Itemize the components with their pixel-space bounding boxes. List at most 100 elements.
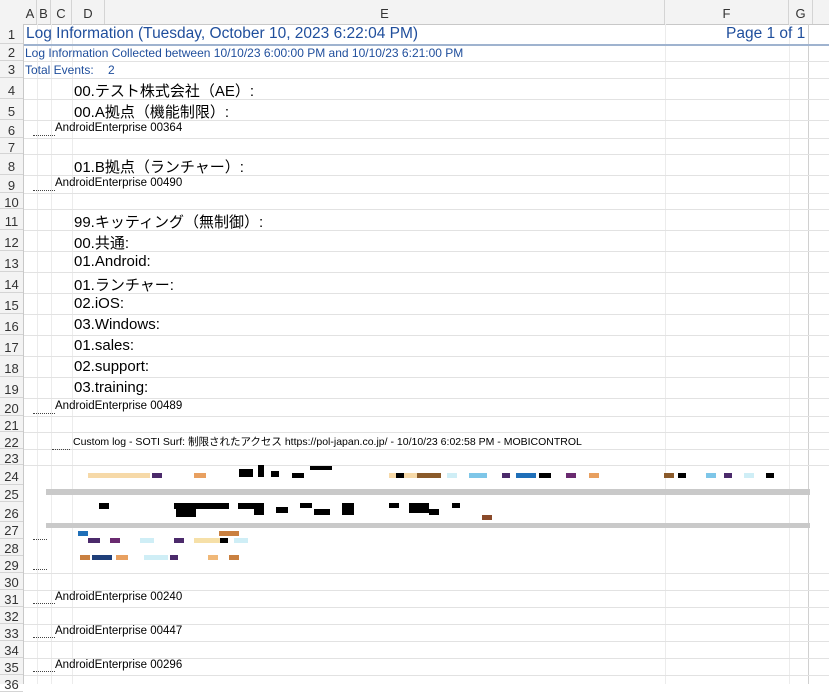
group-path: 01.ランチャー:	[74, 277, 174, 294]
gridline	[24, 377, 829, 378]
row-header-bar: 1 2 3 4 5 6 7 8 9 10 11 12 13 14 15 16 1…	[0, 24, 24, 692]
row-header[interactable]: 32	[0, 607, 23, 624]
row-header[interactable]: 24	[0, 465, 23, 485]
group-path: 01.Android:	[74, 253, 151, 270]
redaction-bar	[46, 523, 810, 528]
group-path: 02.support:	[74, 358, 150, 375]
row-header[interactable]: 9	[0, 175, 23, 193]
report-title: Log Information (Tuesday, October 10, 20…	[26, 25, 419, 42]
gridline	[24, 193, 829, 194]
device-connector	[33, 603, 55, 604]
page-indicator: Page 1 of 1	[726, 25, 806, 42]
row-header[interactable]: 20	[0, 398, 23, 416]
gridline	[37, 24, 38, 684]
row-header[interactable]: 19	[0, 377, 23, 398]
row-header[interactable]: 33	[0, 624, 23, 641]
group-path: 00.テスト株式会社（AE）:	[74, 83, 255, 100]
group-path: 01.B拠点（ランチャー）:	[74, 159, 244, 176]
device-connector	[33, 671, 55, 672]
column-header-c[interactable]: C	[51, 0, 72, 24]
row-header[interactable]: 18	[0, 356, 23, 377]
gridline	[24, 138, 829, 139]
group-path: 00.A拠点（機能制限）:	[74, 104, 230, 121]
column-header-e[interactable]: E	[105, 0, 665, 24]
gridline	[665, 24, 666, 684]
row-header[interactable]: 22	[0, 432, 23, 450]
column-header-d[interactable]: D	[72, 0, 105, 24]
row-header[interactable]: 8	[0, 154, 23, 175]
total-events-value: 2	[108, 63, 115, 77]
gridline	[24, 432, 829, 433]
row-header[interactable]: 10	[0, 193, 23, 210]
row-header[interactable]: 30	[0, 573, 23, 590]
row-header[interactable]: 3	[0, 61, 23, 78]
row-header[interactable]: 31	[0, 590, 23, 607]
redaction-bar	[46, 489, 810, 495]
gridline	[24, 641, 829, 642]
row-header[interactable]: 34	[0, 641, 23, 658]
device-connector	[33, 190, 55, 191]
device-name: AndroidEnterprise 00364	[55, 122, 183, 134]
row-header[interactable]: 6	[0, 120, 23, 138]
row-header[interactable]: 17	[0, 335, 23, 356]
sheet-grid[interactable]: Log Information (Tuesday, October 10, 20…	[24, 24, 829, 684]
column-header-a[interactable]: A	[24, 0, 37, 24]
gridline	[24, 607, 829, 608]
gridline	[24, 398, 829, 399]
gridline	[24, 335, 829, 336]
row-header[interactable]: 1	[0, 24, 23, 44]
group-path: 03.training:	[74, 379, 149, 396]
row-header[interactable]: 12	[0, 230, 23, 251]
row-header[interactable]: 15	[0, 293, 23, 314]
redacted-block	[44, 461, 810, 573]
row-header[interactable]: 4	[0, 78, 23, 99]
group-path: 00.共通:	[74, 235, 130, 252]
gridline	[24, 449, 829, 450]
gridline	[24, 154, 829, 155]
row-header[interactable]: 21	[0, 416, 23, 433]
row-header[interactable]: 29	[0, 556, 23, 573]
column-header-bar: A B C D E F G	[0, 0, 829, 25]
device-connector	[33, 569, 47, 570]
group-path: 02.iOS:	[74, 295, 125, 312]
device-connector	[33, 539, 47, 540]
gridline	[24, 78, 829, 79]
device-name: AndroidEnterprise 00240	[55, 591, 183, 603]
row-header[interactable]: 13	[0, 251, 23, 272]
row-header[interactable]: 5	[0, 99, 23, 120]
total-events-label: Total Events:	[25, 63, 94, 77]
row-header[interactable]: 11	[0, 209, 23, 230]
row-header[interactable]: 23	[0, 449, 23, 466]
device-connector	[33, 637, 55, 638]
row-header[interactable]: 7	[0, 138, 23, 155]
row-header[interactable]: 16	[0, 314, 23, 335]
row-header[interactable]: 28	[0, 539, 23, 556]
column-header-g[interactable]: G	[789, 0, 813, 24]
gridline	[808, 24, 809, 684]
gridline	[24, 416, 829, 417]
log-entry: Custom log - SOTI Surf: 制限されたアクセス https:…	[73, 436, 582, 448]
row-header[interactable]: 35	[0, 658, 23, 675]
group-path: 01.sales:	[74, 337, 135, 354]
group-path: 03.Windows:	[74, 316, 160, 333]
device-name: AndroidEnterprise 00296	[55, 659, 183, 671]
collection-range: Log Information Collected between 10/10/…	[25, 46, 464, 60]
gridline	[24, 356, 829, 357]
gridline	[24, 251, 829, 252]
column-header-b[interactable]: B	[37, 0, 51, 24]
row-header[interactable]: 27	[0, 522, 23, 539]
gridline	[24, 675, 829, 676]
row-header[interactable]: 26	[0, 502, 23, 522]
gridline	[24, 61, 829, 62]
log-connector	[52, 449, 70, 450]
device-name: AndroidEnterprise 00490	[55, 177, 183, 189]
device-name: AndroidEnterprise 00489	[55, 400, 183, 412]
gridline	[789, 24, 790, 684]
gridline	[24, 272, 829, 273]
device-name: AndroidEnterprise 00447	[55, 625, 183, 637]
row-header[interactable]: 14	[0, 272, 23, 293]
row-header[interactable]: 2	[0, 44, 23, 61]
group-path: 99.キッティング（無制御）:	[74, 214, 264, 231]
column-header-f[interactable]: F	[665, 0, 789, 24]
row-header[interactable]: 25	[0, 485, 23, 502]
